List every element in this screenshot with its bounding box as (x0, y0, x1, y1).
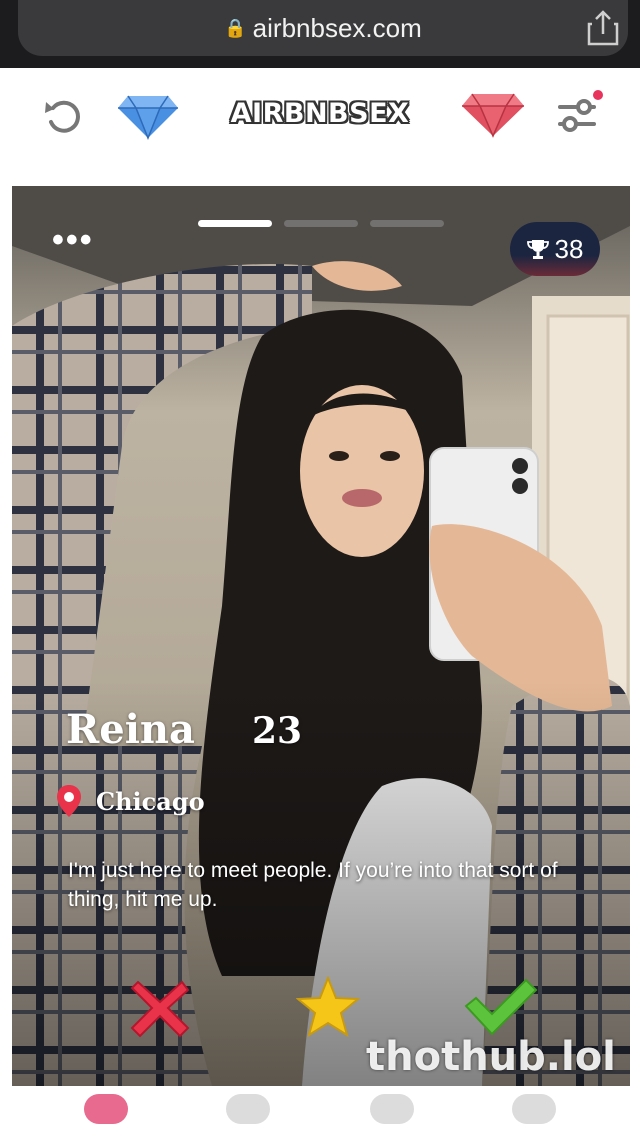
star-icon[interactable] (296, 976, 360, 1038)
profile-location: Chicago (56, 784, 205, 818)
photo-progress (198, 220, 444, 227)
watermark: thothub.lol (366, 1034, 616, 1080)
progress-segment (370, 220, 444, 227)
filter-icon[interactable] (554, 90, 604, 140)
bottom-nav (0, 1090, 640, 1124)
nav-item[interactable] (226, 1094, 270, 1124)
profile-bio: I'm just here to meet people. If you’re … (68, 859, 558, 911)
trophy-badge[interactable]: 38 (510, 222, 600, 276)
app-header: AIRBNBSEX (0, 70, 640, 180)
profile-name: Reina (66, 706, 195, 753)
trophy-count: 38 (554, 233, 584, 264)
lock-icon: 🔒 (224, 17, 247, 38)
trophy-icon (526, 240, 549, 259)
url-text: airbnbsex.com (252, 12, 422, 43)
profile-card[interactable]: ••• 38 Reina 23 Chicago I'm just here to… (12, 186, 630, 1086)
nav-item[interactable] (512, 1094, 556, 1124)
location-pin-icon (57, 785, 81, 817)
undo-icon[interactable] (42, 94, 86, 138)
red-diamond-icon[interactable] (460, 92, 526, 138)
browser-bar: 🔒 airbnbsex.com (0, 0, 640, 68)
profile-photo (12, 186, 630, 1086)
progress-segment (284, 220, 358, 227)
more-options-icon[interactable]: ••• (52, 223, 94, 257)
nav-item[interactable] (370, 1094, 414, 1124)
progress-segment (198, 220, 272, 227)
share-icon[interactable] (586, 10, 620, 46)
notification-dot (593, 90, 603, 100)
blue-diamond-icon[interactable] (116, 94, 180, 140)
nav-item[interactable] (84, 1094, 128, 1124)
profile-age: 23 (252, 710, 303, 752)
x-icon[interactable] (128, 976, 192, 1040)
app-logo[interactable]: AIRBNBSEX (200, 98, 440, 129)
location-text: Chicago (96, 786, 205, 816)
check-icon[interactable] (462, 976, 540, 1036)
address-bar[interactable]: 🔒 airbnbsex.com (18, 0, 628, 56)
